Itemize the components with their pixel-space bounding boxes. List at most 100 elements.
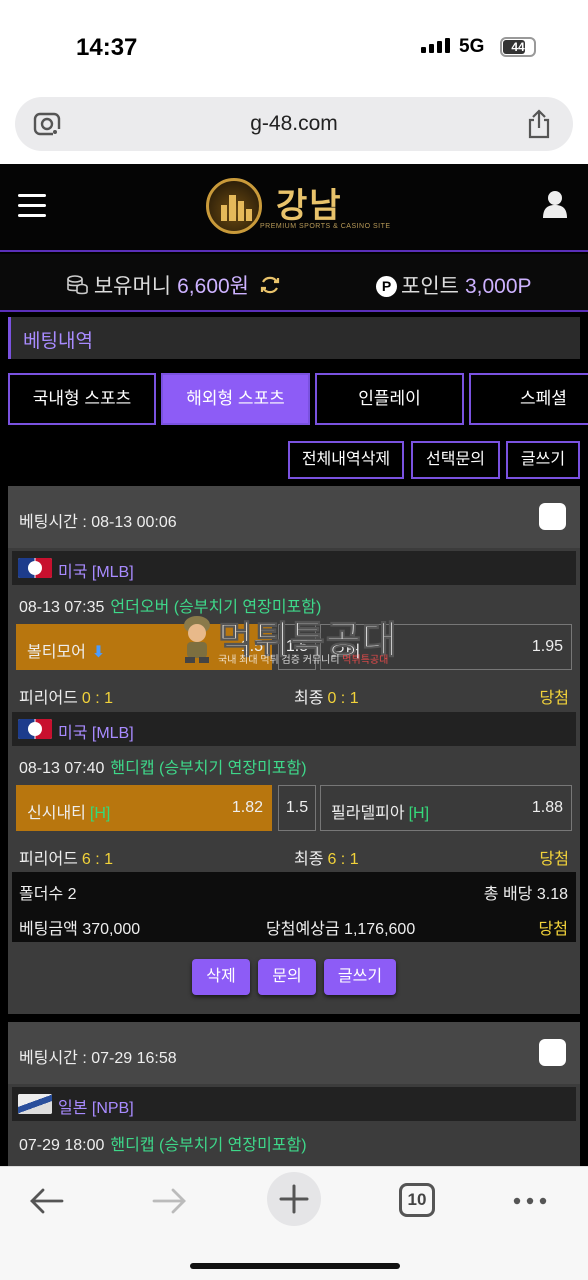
result-row: 피리어드 0 : 1 최종 0 : 1 당첨 [8, 675, 580, 711]
logo-name: 강남 [276, 187, 343, 225]
mlb-logo-icon [18, 558, 52, 578]
folder-count: 폴더수 2 [19, 886, 77, 903]
odds-row: 신시내티 [H] 1.82 1.5 필라델피아 [H] 1.88 [16, 785, 572, 833]
handicap-line: 1.5 [278, 785, 316, 831]
period-score: 6 : 1 [81, 851, 114, 868]
tab-special[interactable]: 스페셜 [469, 373, 588, 425]
network-type: 5G [459, 36, 485, 57]
back-icon[interactable] [28, 1187, 64, 1220]
inquiry-button[interactable]: 문의 [258, 959, 316, 995]
home-pick[interactable]: 볼티모어 ⬇ 1.5 [16, 624, 272, 670]
league-name: 미국 [MLB] [58, 564, 134, 581]
logo-subtitle: PREMIUM SPORTS & CASINO SITE [260, 223, 391, 230]
bet-card: 베팅시간 : 07-29 16:58 일본 [NPB] 07-29 18:00 핸… [8, 1022, 580, 1166]
final-score: 0 : 1 [327, 690, 359, 707]
select-inquiry-button[interactable]: 선택문의 [411, 441, 500, 479]
site-logo[interactable]: 강남 PREMIUM SPORTS & CASINO SITE [206, 178, 390, 238]
coin-stack-icon [66, 275, 94, 298]
final-label: 최종 [294, 851, 324, 868]
point-label: 포인트 [401, 275, 459, 298]
home-team: 볼티모어 [27, 644, 86, 661]
league-row: 미국 [MLB] [12, 712, 576, 746]
browser-toolbar: 10 [0, 1166, 588, 1280]
logo-emblem-icon [206, 178, 262, 234]
tab-domestic-sports[interactable]: 국내형 스포츠 [8, 373, 156, 425]
wallet-bar: 보유머니 6,600원 P 포인트 3,000P [0, 254, 588, 312]
match-info: 07-29 18:00 핸디캡 (승부치기 연장미포함) [8, 1123, 580, 1157]
section-title-text: 베팅내역 [23, 331, 93, 352]
delete-all-button[interactable]: 전체내역삭제 [288, 441, 404, 479]
odds-row: 볼티모어 ⬇ 1.5 1.5 오버 1.95 [16, 624, 572, 672]
bet-amount: 베팅금액 370,000 [19, 921, 141, 938]
battery-level: 44 [511, 40, 525, 54]
bet-select-checkbox[interactable] [539, 503, 566, 530]
write-button[interactable]: 글쓰기 [506, 441, 580, 479]
signal-icon [421, 38, 450, 53]
market-name: 핸디캡 (승부치기 연장미포함) [110, 1137, 307, 1154]
point-display: P 포인트 3,000P [376, 270, 532, 300]
history-actions: 전체내역삭제 선택문의 글쓰기 [288, 441, 580, 479]
site-viewport: 강남 PREMIUM SPORTS & CASINO SITE 보유머니 6,60… [0, 164, 588, 1166]
bet-time: 베팅시간 : 07-29 16:58 [19, 1050, 177, 1067]
period-label: 피리어드 [19, 690, 78, 707]
total-odds: 총 배당 3.18 [483, 886, 568, 903]
bet-card-buttons: 삭제 문의 글쓰기 [8, 959, 580, 999]
bet-card: 베팅시간 : 08-13 00:06 미국 [MLB] 08-13 07:35 언… [8, 486, 580, 1014]
more-icon[interactable] [512, 1193, 548, 1211]
tab-inplay[interactable]: 인플레이 [315, 373, 464, 425]
home-pick[interactable]: 신시내티 [H] 1.82 [16, 785, 272, 831]
tabs-button[interactable]: 10 [399, 1183, 435, 1217]
new-tab-button[interactable] [267, 1172, 321, 1226]
away-team: 오버 [331, 644, 361, 661]
menu-icon[interactable] [18, 194, 46, 224]
tab-overseas-sports[interactable]: 해외형 스포츠 [161, 373, 310, 425]
bet-time: 베팅시간 : 08-13 00:06 [19, 514, 177, 531]
user-icon[interactable] [542, 190, 568, 223]
league-name: 미국 [MLB] [58, 725, 134, 742]
refresh-icon[interactable] [255, 275, 281, 298]
npb-logo-icon [18, 1094, 52, 1114]
away-odds: 1.88 [531, 799, 563, 816]
market-name: 핸디캡 (승부치기 연장미포함) [110, 760, 307, 777]
point-icon: P [376, 276, 397, 297]
write-post-button[interactable]: 글쓰기 [324, 959, 396, 995]
forward-icon[interactable] [152, 1187, 188, 1220]
section-title: 베팅내역 [8, 317, 580, 359]
bet-select-checkbox[interactable] [539, 1039, 566, 1066]
period-label: 피리어드 [19, 851, 78, 868]
expected-payout: 당첨예상금 1,176,600 [266, 921, 416, 938]
result-row: 피리어드 6 : 1 최종 6 : 1 당첨 [8, 836, 580, 872]
delete-bet-button[interactable]: 삭제 [192, 959, 250, 995]
money-value: 6,600원 [177, 275, 249, 298]
game-result: 당첨 [539, 851, 569, 868]
market-name: 언더오버 (승부치기 연장미포함) [110, 599, 322, 616]
away-pick[interactable]: 오버 1.95 [320, 624, 572, 670]
match-datetime: 08-13 07:35 [19, 599, 105, 616]
battery-icon: 44 [500, 37, 536, 57]
sports-tabs: 국내형 스포츠 해외형 스포츠 인플레이 스페셜 [8, 373, 588, 427]
away-pick[interactable]: 필라델피아 [H] 1.88 [320, 785, 572, 831]
address-bar[interactable]: g-48.com [15, 97, 573, 151]
match-info: 08-13 07:35 언더오버 (승부치기 연장미포함) [8, 585, 580, 619]
game-result: 당첨 [539, 690, 569, 707]
home-indicator [190, 1263, 400, 1269]
point-value: 3,000P [464, 275, 532, 298]
url-text[interactable]: g-48.com [15, 97, 573, 151]
arrow-down-icon: ⬇ [91, 644, 106, 661]
bet-time-row: 베팅시간 : 08-13 00:06 [8, 486, 580, 548]
away-team: 필라델피아 [331, 805, 405, 822]
bet-time-row: 베팅시간 : 07-29 16:58 [8, 1022, 580, 1084]
final-score: 6 : 1 [327, 851, 359, 868]
match-datetime: 08-13 07:40 [19, 760, 105, 777]
site-header: 강남 PREMIUM SPORTS & CASINO SITE [0, 164, 588, 252]
money-label: 보유머니 [93, 275, 172, 298]
share-icon[interactable] [527, 109, 551, 144]
handicap-line: 1.5 [278, 624, 316, 670]
league-row: 일본 [NPB] [12, 1087, 576, 1121]
status-time: 14:37 [76, 34, 138, 61]
money-display: 보유머니 6,600원 [66, 270, 281, 300]
away-odds: 1.95 [531, 638, 563, 655]
league-row: 미국 [MLB] [12, 551, 576, 585]
match-datetime: 07-29 18:00 [19, 1137, 105, 1154]
bet-result: 당첨 [538, 921, 568, 938]
